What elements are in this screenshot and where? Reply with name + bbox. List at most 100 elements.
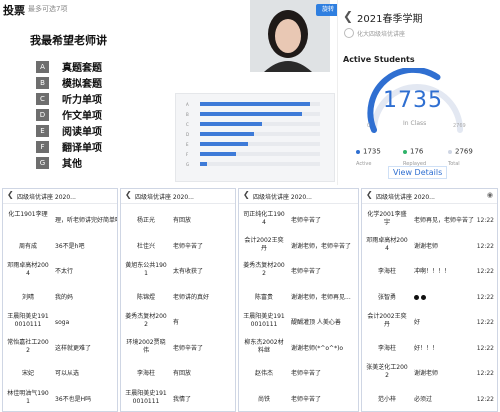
vote-option[interactable]: A 真题套题 <box>36 60 102 74</box>
course-name: 化大四级培优讲座 <box>357 31 406 38</box>
sender-name: 环境2002贾晓伟 <box>126 338 166 354</box>
chat-message-row: 王晨阳美史1910010111 醍醐灌顶 人美心善 <box>239 311 358 336</box>
message-text: 好！！！ <box>414 345 438 353</box>
chat-message-row: 张美芝化工2002 谢谢老师 12:22 <box>362 362 497 387</box>
message-content: 有 <box>173 319 180 326</box>
chat-message-row: 姜秀杰复材2002 老师辛苦了 <box>239 260 358 285</box>
view-details-button[interactable]: View Details <box>388 166 448 179</box>
chat-message-row: 李海柱 有回放 <box>121 362 235 387</box>
message-content: 老师再见，老师辛苦了 <box>414 217 475 224</box>
message-content: 谢谢老师 <box>414 242 439 250</box>
back-icon[interactable]: ❮ <box>125 190 132 199</box>
sender-name: 邓雨卓高材2004 <box>7 262 49 277</box>
sender-name: 柳东杰2002材料继 <box>244 338 284 354</box>
message-content: 谢谢老师 <box>414 370 439 377</box>
sender-name: 化学2001李盛宇 <box>367 211 407 226</box>
chat-message-row: 邓雨卓高材2004 谢谢老师 12:22 <box>362 235 497 260</box>
result-label: D <box>186 131 190 137</box>
chat-panel: ❮ 四级培优讲座 2020... ◉ 化学2001李盛宇 老师再见，老师辛苦了 … <box>361 188 498 412</box>
message-text: 太有收获了 <box>173 268 203 276</box>
result-label: B <box>186 111 189 117</box>
result-row: G <box>186 162 320 167</box>
message-content: 老师辛苦了 <box>291 217 322 224</box>
sender-name: 张智勇 <box>377 293 396 301</box>
message-text: 谢谢老师(*^o^*)o <box>291 345 343 353</box>
message-text: 这样就更难了 <box>55 345 91 353</box>
message-text: 可以从选 <box>55 370 79 378</box>
vote-option[interactable]: E 阅读单项 <box>36 124 102 138</box>
option-letter: D <box>36 108 49 121</box>
chat-message-row: 会计2002王奕丹 好 12:22 <box>362 311 497 336</box>
message-text: 老师辛苦了 <box>291 217 321 225</box>
option-text: 听力单项 <box>62 95 102 106</box>
message-time: 12:22 <box>476 242 494 250</box>
emoji-icon <box>421 294 426 300</box>
chat-message-row: 刘晴 我的妈 <box>3 286 117 311</box>
message-content: 老师讲的真好 <box>173 293 210 301</box>
chat-header: ❮ 四级培优讲座 2020... <box>3 189 117 204</box>
result-track <box>200 132 320 136</box>
legend-dot <box>356 149 360 154</box>
gauge-min: 0 <box>367 123 371 129</box>
sender-name: 王晨阳美史1910010111 <box>243 313 285 328</box>
vote-option[interactable]: B 模拟套题 <box>36 76 102 90</box>
legend-value: 2769 <box>455 147 473 156</box>
result-bar <box>200 162 208 166</box>
message-content: 可以从选 <box>55 370 80 377</box>
sender-name: 陈锦煜 <box>136 293 155 301</box>
sender-name: 王晨阳美史1910010111 <box>7 313 49 328</box>
vote-option[interactable]: G 其他 <box>36 156 82 170</box>
message-text: 老师辛苦了 <box>291 268 321 276</box>
option-text: 作文单项 <box>62 111 102 122</box>
message-content: 老师辛苦了 <box>173 344 204 352</box>
message-text: 老师辛苦了 <box>173 243 203 251</box>
option-letter: A <box>36 60 49 73</box>
chat-message-row: 王晨阳美史1910010111 我情了 <box>121 388 235 412</box>
result-label: E <box>186 141 189 147</box>
vote-option[interactable]: C 听力单项 <box>36 92 102 106</box>
sender-name: 会计2002王奕丹 <box>367 313 407 328</box>
message-text: 36不是h吧 <box>55 243 84 251</box>
result-bar <box>200 152 236 156</box>
chat-message-row: 柳东杰2002材料继 谢谢老师(*^o^*)o <box>239 337 358 362</box>
vote-option[interactable]: F 翻译单项 <box>36 140 102 154</box>
chat-message-row: 姜秀杰复材2002 有 <box>121 311 235 336</box>
sender-name: 陈富贵 <box>254 293 273 301</box>
message-time: 12:22 <box>476 344 494 352</box>
sender-name: 林佳明油气1901 <box>7 389 49 405</box>
vote-option[interactable]: D 作文单项 <box>36 108 102 122</box>
chat-message-row: 赵伟杰 老师辛苦了 <box>239 362 358 387</box>
chat-message-row: 范小梓 必须过 12:22 <box>362 388 497 412</box>
message-time: 12:22 <box>476 268 494 275</box>
sender-name: 刘晴 <box>21 293 34 301</box>
back-icon[interactable]: ❮ <box>243 190 250 199</box>
legend-value: 1735 <box>363 147 381 156</box>
message-time: 12:22 <box>476 217 494 224</box>
back-icon[interactable]: ❮ <box>366 190 373 199</box>
chat-message-row: 李海柱 好！！！ 12:22 <box>362 337 497 362</box>
message-content: 必须过 <box>414 395 433 403</box>
back-icon[interactable]: ❮ <box>7 190 14 199</box>
message-text <box>414 294 428 302</box>
message-content: 有回放 <box>173 217 192 224</box>
message-text: 我的妈 <box>55 294 73 302</box>
chat-message-row: 杨正光 有回放 <box>121 209 235 234</box>
chat-message-row: 李海柱 冲啊！！！！ 12:22 <box>362 260 497 285</box>
back-icon[interactable]: ❮ <box>343 9 353 23</box>
chat-panel: ❮ 四级培优讲座 2020... 司正纯化工1904 老师辛苦了 会计2002王… <box>238 188 359 412</box>
semester-title: 2021春季学期 <box>357 14 423 25</box>
chat-message-row: 陈锦煜 老师讲的真好 <box>121 286 235 311</box>
chat-message-row: 邓雨卓高材2004 不太行 <box>3 260 117 285</box>
message-text: 醍醐灌顶 人美心善 <box>291 319 341 327</box>
settings-icon[interactable]: ◉ <box>487 191 493 199</box>
message-content: 36不是h吧 <box>55 242 85 250</box>
message-content: 理，听老师讲完好简单呀 <box>55 217 118 224</box>
option-text: 翻译单项 <box>62 143 102 154</box>
sender-name: 姜秀杰复材2002 <box>125 313 167 328</box>
sender-name: 李海柱 <box>377 268 396 275</box>
sender-name: 范小梓 <box>377 395 396 403</box>
sender-name: 周有成 <box>18 242 37 250</box>
chat-message-row: 周有成 36不是h吧 <box>3 235 117 260</box>
result-bar <box>200 102 311 106</box>
sender-name: 姜秀杰复材2002 <box>243 262 285 277</box>
